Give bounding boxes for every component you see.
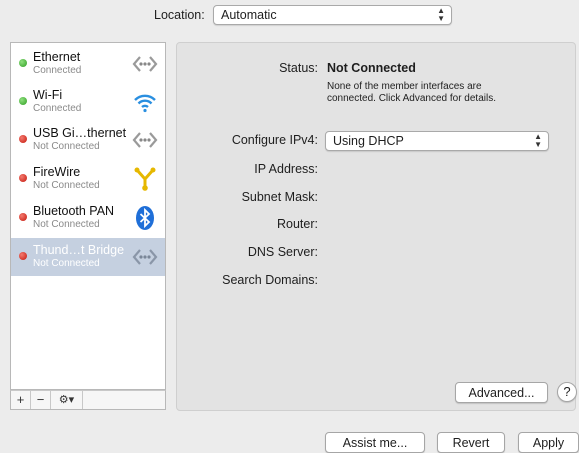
service-item-usb-ethernet[interactable]: USB Gi…thernet Not Connected bbox=[11, 121, 165, 159]
status-dot-green bbox=[19, 59, 27, 67]
assist-me-button[interactable]: Assist me... bbox=[325, 432, 425, 453]
status-label: Status: bbox=[279, 61, 318, 75]
add-service-button[interactable]: + bbox=[11, 391, 31, 409]
ip-address-label: IP Address: bbox=[254, 162, 318, 176]
firewire-icon bbox=[134, 167, 156, 191]
help-button[interactable]: ? bbox=[557, 382, 577, 402]
dns-server-label: DNS Server: bbox=[247, 245, 318, 259]
location-select[interactable]: Automatic ▲ ▼ bbox=[213, 5, 452, 25]
configure-ipv4-value: Using DHCP bbox=[333, 134, 404, 148]
location-value: Automatic bbox=[221, 8, 277, 22]
service-list[interactable]: Ethernet Connected Wi-Fi Connected USB G… bbox=[10, 42, 166, 390]
updown-arrows-icon: ▲ ▼ bbox=[437, 6, 445, 23]
apply-button[interactable]: Apply bbox=[518, 432, 579, 453]
location-label: Location: bbox=[154, 8, 205, 22]
service-name: Thund…t Bridge bbox=[33, 243, 125, 257]
status-dot-red bbox=[19, 174, 27, 182]
ethernet-icon bbox=[132, 56, 158, 72]
service-item-wifi[interactable]: Wi-Fi Connected bbox=[11, 83, 165, 121]
remove-service-button[interactable]: − bbox=[31, 391, 51, 409]
status-description: None of the member interfaces are connec… bbox=[327, 81, 496, 104]
router-label: Router: bbox=[277, 217, 318, 231]
service-item-ethernet[interactable]: Ethernet Connected bbox=[11, 45, 165, 83]
service-name: Bluetooth PAN bbox=[33, 204, 115, 218]
ethernet-icon bbox=[132, 249, 158, 265]
service-status: Connected bbox=[33, 103, 82, 114]
status-dot-red bbox=[19, 252, 27, 260]
service-name: Ethernet bbox=[33, 50, 81, 64]
status-value: Not Connected bbox=[327, 61, 416, 75]
status-dot-green bbox=[19, 97, 27, 105]
configure-ipv4-label: Configure IPv4: bbox=[231, 133, 318, 147]
service-name: FireWire bbox=[33, 165, 81, 179]
service-name: USB Gi…thernet bbox=[33, 126, 127, 140]
service-status: Connected bbox=[33, 65, 82, 76]
service-status: Not Connected bbox=[33, 219, 100, 230]
service-status: Not Connected bbox=[33, 180, 100, 191]
service-item-bluetooth-pan[interactable]: Bluetooth PAN Not Connected bbox=[11, 199, 165, 237]
search-domains-label: Search Domains: bbox=[222, 273, 318, 287]
service-name: Wi-Fi bbox=[33, 88, 63, 102]
configure-ipv4-select[interactable]: Using DHCP ▲ ▼ bbox=[325, 131, 549, 151]
bluetooth-icon bbox=[136, 206, 154, 230]
service-item-firewire[interactable]: FireWire Not Connected bbox=[11, 160, 165, 198]
revert-button[interactable]: Revert bbox=[437, 432, 505, 453]
updown-arrows-icon: ▲ ▼ bbox=[534, 132, 542, 149]
advanced-button[interactable]: Advanced... bbox=[455, 382, 548, 403]
status-dot-red bbox=[19, 135, 27, 143]
gear-menu-button[interactable]: ⚙▾ bbox=[51, 391, 83, 409]
subnet-mask-label: Subnet Mask: bbox=[241, 190, 318, 204]
service-status: Not Connected bbox=[33, 258, 100, 269]
wifi-icon bbox=[134, 94, 156, 113]
status-dot-red bbox=[19, 213, 27, 221]
ethernet-icon bbox=[132, 132, 158, 148]
service-list-toolbar: + − ⚙▾ bbox=[10, 390, 166, 410]
service-status: Not Connected bbox=[33, 141, 100, 152]
service-item-thunderbolt-bridge[interactable]: Thund…t Bridge Not Connected bbox=[11, 238, 165, 276]
